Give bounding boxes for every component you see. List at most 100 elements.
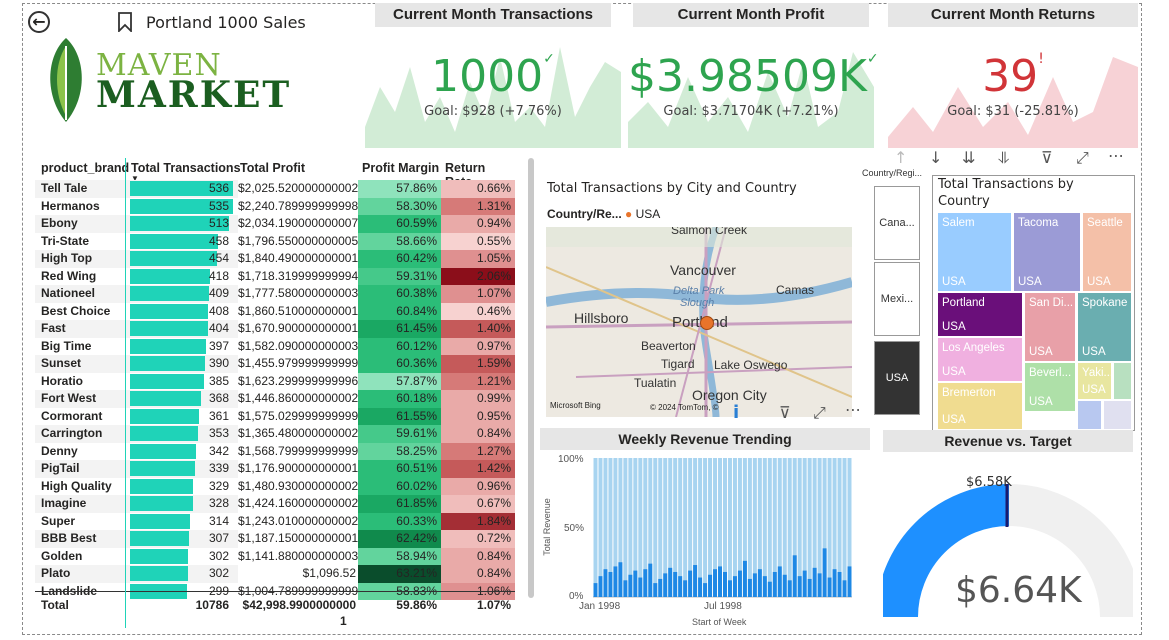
treemap-cell[interactable]: Tacoma USA (1013, 212, 1081, 292)
table-row[interactable]: Ebony 513 $2,034.190000000007 60.59% 0.94% (35, 215, 515, 233)
revenue-bar[interactable] (762, 576, 767, 597)
treemap-cell[interactable] (1113, 362, 1132, 400)
treemap-cell[interactable]: Seattle USA (1082, 212, 1132, 292)
revenue-bar[interactable] (807, 578, 812, 597)
revenue-bar[interactable] (673, 571, 678, 597)
revenue-bar[interactable] (827, 577, 832, 597)
col-header-margin[interactable]: Profit Margin (362, 161, 439, 175)
table-row[interactable]: BBB Best 307 $1,187.150000000001 62.42% 0.72… (35, 530, 515, 548)
table-row[interactable]: Golden 302 $1,141.880000000003 58.94% 0.84% (35, 547, 515, 565)
revenue-bar[interactable] (777, 566, 782, 597)
target-bar[interactable] (747, 458, 752, 597)
revenue-bar[interactable] (802, 570, 807, 597)
treemap-cell[interactable]: Spokane USA (1077, 292, 1132, 362)
revenue-bar[interactable] (723, 571, 727, 597)
revenue-bar[interactable] (797, 576, 802, 597)
bookmark-icon[interactable] (118, 12, 132, 32)
revenue-bar[interactable] (787, 580, 792, 597)
back-arrow-icon[interactable]: ← (28, 11, 50, 33)
revenue-bar[interactable] (732, 576, 737, 597)
slicer-option-canada[interactable]: Cana... (874, 186, 920, 260)
revenue-bar[interactable] (603, 569, 608, 597)
revenue-bar[interactable] (832, 569, 837, 597)
revenue-bar[interactable] (842, 580, 847, 597)
table-row[interactable]: Horatio 385 $1,623.299999999996 57.87% 1.21% (35, 372, 515, 390)
table-row[interactable]: Best Choice 408 $1,860.510000000001 60.84% 0… (35, 302, 515, 320)
revenue-bar[interactable] (688, 570, 693, 597)
revenue-bar[interactable] (718, 566, 722, 597)
target-bar[interactable] (698, 458, 703, 597)
slicer-option-usa[interactable]: USA (874, 341, 920, 415)
revenue-bar[interactable] (812, 567, 817, 597)
next-level-icon[interactable]: ⇊ (962, 148, 975, 167)
treemap-cell[interactable]: Salem USA (937, 212, 1012, 292)
table-row[interactable]: Hermanos 535 $2,240.789999999998 58.30% 1.31… (35, 197, 515, 215)
table-row[interactable]: Nationeel 409 $1,777.580000000003 60.38% 1.0… (35, 285, 515, 303)
target-bar[interactable] (767, 458, 772, 597)
target-bar[interactable] (653, 458, 658, 597)
revenue-bar[interactable] (633, 570, 638, 597)
revenue-bar[interactable] (648, 563, 653, 597)
info-icon[interactable]: i (733, 402, 739, 423)
table-row[interactable]: Super 314 $1,243.010000000002 60.33% 1.84% (35, 512, 515, 530)
focus-mode-icon[interactable]: ⤢ (813, 403, 826, 423)
table-row[interactable]: Imagine 328 $1,424.160000000002 61.85% 0.67% (35, 495, 515, 513)
revenue-bar[interactable] (737, 570, 742, 597)
treemap-cell[interactable] (1077, 400, 1102, 430)
revenue-bar[interactable] (837, 571, 842, 597)
revenue-bar[interactable] (713, 569, 718, 597)
revenue-bar[interactable] (757, 569, 762, 597)
revenue-bar[interactable] (593, 583, 598, 597)
revenue-bar[interactable] (742, 560, 747, 597)
revenue-bar[interactable] (847, 566, 852, 597)
portland-map-bubble[interactable] (700, 316, 714, 330)
target-bar[interactable] (787, 458, 792, 597)
expand-hierarchy-icon[interactable]: ⥥ (998, 148, 1010, 168)
filter-icon[interactable]: ⊽ (779, 403, 791, 422)
table-row[interactable]: Big Time 397 $1,582.090000000003 60.12% 0.97… (35, 337, 515, 355)
target-bar[interactable] (658, 458, 663, 597)
target-bar[interactable] (638, 458, 643, 597)
filter-icon[interactable]: ⊽ (1041, 148, 1053, 167)
brand-matrix-table[interactable]: product_brand Total Transactions ▼ Total… (35, 158, 515, 628)
revenue-bar[interactable] (598, 576, 603, 597)
revenue-bar[interactable] (747, 578, 752, 597)
revenue-bar[interactable] (822, 548, 827, 597)
kpi-card-profit[interactable]: Current Month Profit $3.98509K✓ Goal: $3… (628, 3, 879, 148)
revenue-bar[interactable] (703, 583, 708, 597)
table-row[interactable]: High Quality 329 $1,480.930000000002 60.02%… (35, 477, 515, 495)
revenue-bar[interactable] (752, 573, 757, 597)
kpi-card-transactions[interactable]: Current Month Transactions 1000✓ Goal: $… (365, 3, 621, 148)
target-bar[interactable] (807, 458, 812, 597)
revenue-bar[interactable] (727, 580, 732, 597)
treemap-cell[interactable]: San Di... USA (1024, 292, 1076, 362)
revenue-bar[interactable] (608, 571, 613, 597)
table-row[interactable]: Denny 342 $1,568.799999999999 58.25% 1.27% (35, 442, 515, 460)
table-row[interactable]: Cormorant 361 $1,575.029999999999 61.55% 0.9… (35, 407, 515, 425)
col-header-transactions[interactable]: Total Transactions (131, 161, 241, 175)
revenue-bar[interactable] (613, 566, 618, 597)
table-row[interactable]: Fast 404 $1,670.900000000001 61.45% 1.40% (35, 320, 515, 338)
more-options-icon[interactable]: ⋯ (845, 400, 861, 419)
treemap-cell[interactable]: Los Angeles USA (937, 337, 1023, 382)
treemap-cell[interactable]: Bremerton USA (937, 382, 1023, 430)
target-bar[interactable] (593, 458, 598, 597)
revenue-bar[interactable] (663, 573, 668, 597)
revenue-bar[interactable] (817, 573, 822, 597)
col-header-brand[interactable]: product_brand (41, 161, 129, 175)
treemap-cell[interactable]: Beverl... USA (1024, 362, 1076, 412)
table-row[interactable]: Plato 302 $1,096.52 63.21% 0.84% (35, 565, 515, 583)
kpi-card-returns[interactable]: Current Month Returns 39! Goal: $31 (-25… (888, 3, 1138, 148)
more-options-icon[interactable]: ⋯ (1108, 146, 1124, 165)
revenue-bar[interactable] (658, 578, 663, 597)
target-bar[interactable] (842, 458, 847, 597)
table-row[interactable]: Carrington 353 $1,365.480000000002 59.61% 0.… (35, 425, 515, 443)
revenue-bar[interactable] (628, 574, 633, 597)
treemap-cell[interactable]: Yaki... USA (1077, 362, 1112, 400)
revenue-bar[interactable] (678, 576, 683, 597)
treemap-cell[interactable] (1103, 400, 1132, 430)
target-bar[interactable] (683, 458, 688, 597)
table-row[interactable]: Tri-State 458 $1,796.550000000005 58.66% 0.5… (35, 232, 515, 250)
revenue-bar[interactable] (653, 583, 658, 597)
map-visual[interactable]: Salmon Creek Vancouver Delta Park Slough… (546, 227, 852, 417)
